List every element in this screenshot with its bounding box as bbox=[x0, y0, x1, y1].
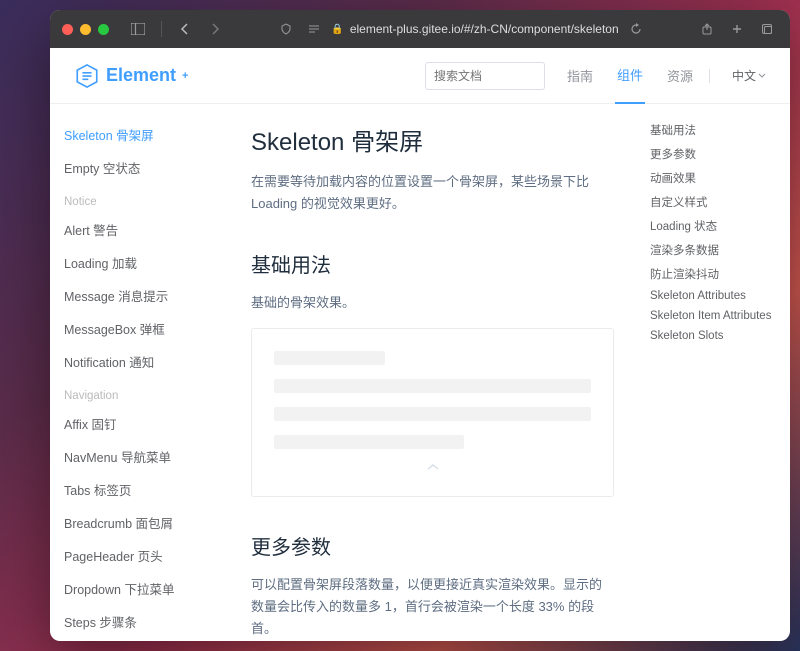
toc-item[interactable]: 基础用法 bbox=[650, 118, 780, 142]
skeleton-line bbox=[274, 407, 591, 421]
sidebar-item-empty[interactable]: Empty 空状态 bbox=[64, 151, 225, 184]
lock-icon: 🔒 bbox=[331, 24, 343, 35]
new-tab-icon[interactable] bbox=[726, 18, 748, 40]
sidebar-item-alert[interactable]: Alert 警告 bbox=[64, 213, 225, 246]
sidebar-item-notification[interactable]: Notification 通知 bbox=[64, 345, 225, 378]
sidebar-item-breadcrumb[interactable]: Breadcrumb 面包屑 bbox=[64, 506, 225, 539]
header-nav: 指南 组件 资源 bbox=[565, 47, 695, 104]
section-basic-heading: 基础用法 bbox=[251, 249, 614, 278]
sidebar-item-skeleton[interactable]: Skeleton 骨架屏 bbox=[64, 118, 225, 151]
toc-item[interactable]: Skeleton Attributes bbox=[650, 286, 780, 306]
tabs-overview-icon[interactable] bbox=[756, 18, 778, 40]
sidebar-toggle-icon[interactable] bbox=[127, 18, 149, 40]
sidebar: Skeleton 骨架屏 Empty 空状态 Notice Alert 警告 L… bbox=[50, 104, 225, 641]
sidebar-item-affix[interactable]: Affix 固钉 bbox=[64, 407, 225, 440]
section-basic-desc: 基础的骨架效果。 bbox=[251, 292, 614, 314]
skeleton-line bbox=[274, 351, 385, 365]
reader-icon bbox=[303, 18, 325, 40]
toc-item[interactable]: Skeleton Item Attributes bbox=[650, 306, 780, 326]
sidebar-item-message[interactable]: Message 消息提示 bbox=[64, 279, 225, 312]
section-more-desc: 可以配置骨架屏段落数量，以便更接近真实渲染效果。显示的数量会比传入的数量多 1，… bbox=[251, 574, 614, 640]
demo-basic bbox=[251, 328, 614, 497]
nav-resource[interactable]: 资源 bbox=[665, 48, 695, 103]
sidebar-item-loading[interactable]: Loading 加载 bbox=[64, 246, 225, 279]
page-title: Skeleton 骨架屏 bbox=[251, 122, 614, 157]
sidebar-item-pageheader[interactable]: PageHeader 页头 bbox=[64, 539, 225, 572]
url-text: element-plus.gitee.io/#/zh-CN/component/… bbox=[350, 22, 619, 36]
share-icon[interactable] bbox=[696, 18, 718, 40]
sidebar-item-tabs[interactable]: Tabs 标签页 bbox=[64, 473, 225, 506]
sidebar-group-notice: Notice bbox=[64, 184, 225, 213]
reload-icon[interactable] bbox=[625, 18, 647, 40]
brand-plus: + bbox=[182, 70, 188, 82]
browser-titlebar: 🔒 element-plus.gitee.io/#/zh-CN/componen… bbox=[50, 10, 790, 48]
traffic-lights bbox=[62, 24, 109, 35]
language-switcher[interactable]: 中文 bbox=[732, 67, 766, 84]
forward-icon[interactable] bbox=[204, 18, 226, 40]
sidebar-item-dropdown[interactable]: Dropdown 下拉菜单 bbox=[64, 572, 225, 605]
section-more-heading: 更多参数 bbox=[251, 531, 614, 560]
brand-logo[interactable]: Element + bbox=[74, 63, 188, 89]
skeleton-line bbox=[274, 435, 464, 449]
back-icon[interactable] bbox=[174, 18, 196, 40]
close-window-icon[interactable] bbox=[62, 24, 73, 35]
skeleton-line bbox=[274, 379, 591, 393]
minimize-window-icon[interactable] bbox=[80, 24, 91, 35]
separator bbox=[709, 69, 710, 83]
toc-item[interactable]: 防止渲染抖动 bbox=[650, 262, 780, 286]
chevron-down-icon bbox=[758, 72, 766, 80]
search-input[interactable] bbox=[425, 62, 545, 90]
logo-icon bbox=[74, 63, 100, 89]
sidebar-group-navigation: Navigation bbox=[64, 378, 225, 407]
toc: 基础用法 更多参数 动画效果 自定义样式 Loading 状态 渲染多条数据 防… bbox=[640, 104, 790, 641]
nav-guide[interactable]: 指南 bbox=[565, 48, 595, 103]
main-content: Skeleton 骨架屏 在需要等待加载内容的位置设置一个骨架屏，某些场景下比 … bbox=[225, 104, 640, 641]
brand-name: Element bbox=[106, 65, 176, 86]
expand-demo-icon[interactable] bbox=[274, 463, 591, 474]
shield-icon bbox=[275, 18, 297, 40]
sidebar-group-others: Others bbox=[64, 638, 225, 641]
toc-item[interactable]: 更多参数 bbox=[650, 142, 780, 166]
sidebar-item-navmenu[interactable]: NavMenu 导航菜单 bbox=[64, 440, 225, 473]
toc-item[interactable]: Loading 状态 bbox=[650, 214, 780, 238]
toc-item[interactable]: 渲染多条数据 bbox=[650, 238, 780, 262]
language-label: 中文 bbox=[732, 67, 756, 84]
toc-item[interactable]: Skeleton Slots bbox=[650, 326, 780, 346]
nav-component[interactable]: 组件 bbox=[615, 47, 645, 104]
maximize-window-icon[interactable] bbox=[98, 24, 109, 35]
page-body: Skeleton 骨架屏 Empty 空状态 Notice Alert 警告 L… bbox=[50, 104, 790, 641]
page-intro: 在需要等待加载内容的位置设置一个骨架屏，某些场景下比 Loading 的视觉效果… bbox=[251, 171, 614, 215]
sidebar-item-messagebox[interactable]: MessageBox 弹框 bbox=[64, 312, 225, 345]
address-bar[interactable]: 🔒 element-plus.gitee.io/#/zh-CN/componen… bbox=[234, 18, 688, 40]
browser-window: 🔒 element-plus.gitee.io/#/zh-CN/componen… bbox=[50, 10, 790, 641]
toc-item[interactable]: 动画效果 bbox=[650, 166, 780, 190]
sidebar-item-steps[interactable]: Steps 步骤条 bbox=[64, 605, 225, 638]
site-header: Element + 指南 组件 资源 中文 bbox=[50, 48, 790, 104]
toc-item[interactable]: 自定义样式 bbox=[650, 190, 780, 214]
